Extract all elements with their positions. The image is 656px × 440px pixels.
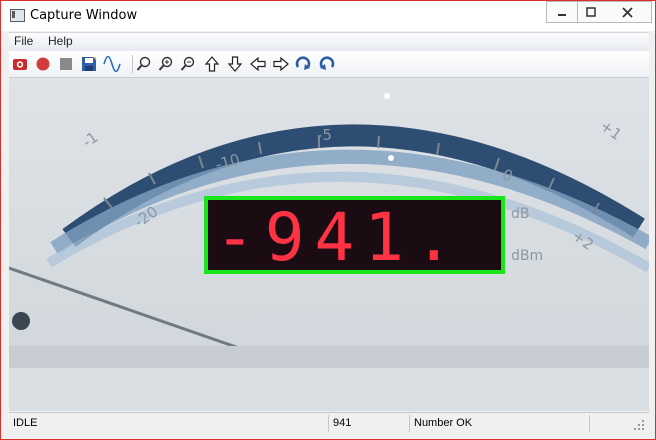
move-right-button[interactable]	[272, 55, 290, 73]
status-divider-3	[589, 415, 590, 432]
close-icon	[622, 6, 633, 18]
status-value: 941	[333, 417, 352, 429]
meter-screw	[12, 312, 30, 330]
menu-bar: File Help	[9, 32, 649, 51]
unit-label-dbm: dBm	[511, 248, 543, 264]
waveform-button[interactable]	[103, 55, 121, 73]
lcd-reading: -941.	[215, 199, 464, 276]
maximize-icon	[586, 7, 596, 17]
scale-label-minus-5: -5	[317, 126, 332, 144]
zoom-in-button[interactable]	[157, 55, 175, 73]
minimize-icon	[558, 14, 566, 16]
close-button[interactable]	[604, 1, 652, 23]
record-icon	[36, 57, 50, 71]
rotate-counterclockwise-icon	[319, 56, 335, 70]
camera-viewport[interactable]: -1 -5 -10 -20 0 +1 +2 dB dBm -941.	[9, 78, 649, 411]
capture-window: Capture Window File Help -1 -5 -10 -20 0…	[0, 0, 656, 440]
rotate-clockwise-button[interactable]	[295, 55, 313, 73]
toolbar-separator	[132, 55, 133, 73]
rotate-counterclockwise-button[interactable]	[317, 55, 335, 73]
move-down-button[interactable]	[226, 55, 244, 73]
status-state: IDLE	[13, 417, 38, 429]
meter-panel-strip	[9, 346, 649, 368]
meter-image: -1 -5 -10 -20 0 +1 +2 dB dBm -941.	[9, 78, 649, 411]
meter-lower-panel	[9, 368, 649, 411]
menu-help[interactable]: Help	[48, 34, 73, 48]
save-icon	[82, 57, 96, 71]
waveform-icon	[103, 56, 121, 72]
save-button[interactable]	[80, 55, 98, 73]
light-reflection-2	[388, 155, 394, 161]
move-left-button[interactable]	[249, 55, 267, 73]
arrow-left-icon	[250, 56, 266, 72]
snapshot-button[interactable]	[11, 55, 29, 73]
arrow-down-icon	[227, 56, 243, 72]
window-title: Capture Window	[30, 8, 138, 23]
window-app-icon	[10, 9, 25, 22]
toolbar	[9, 51, 649, 78]
menu-file[interactable]: File	[14, 34, 33, 48]
zoom-in-icon	[158, 56, 173, 71]
resize-grip-icon[interactable]	[633, 419, 645, 431]
snapshot-icon	[13, 59, 27, 70]
arrow-up-icon	[204, 56, 220, 72]
rotate-clockwise-icon	[295, 56, 311, 70]
status-message: Number OK	[414, 417, 473, 429]
stop-icon	[60, 58, 72, 70]
zoom-button[interactable]	[135, 55, 153, 73]
status-bar: IDLE 941 Number OK	[9, 412, 649, 434]
unit-label-db: dB	[511, 206, 530, 222]
maximize-button[interactable]	[577, 1, 605, 23]
minimize-button[interactable]	[546, 1, 577, 23]
record-button[interactable]	[34, 55, 52, 73]
light-reflection	[384, 93, 390, 99]
stop-button[interactable]	[57, 55, 75, 73]
move-up-button[interactable]	[203, 55, 221, 73]
zoom-out-icon	[180, 56, 195, 71]
title-bar[interactable]: Capture Window	[1, 1, 655, 31]
zoom-icon	[136, 56, 151, 71]
zoom-out-button[interactable]	[179, 55, 197, 73]
arrow-right-icon	[273, 56, 289, 72]
